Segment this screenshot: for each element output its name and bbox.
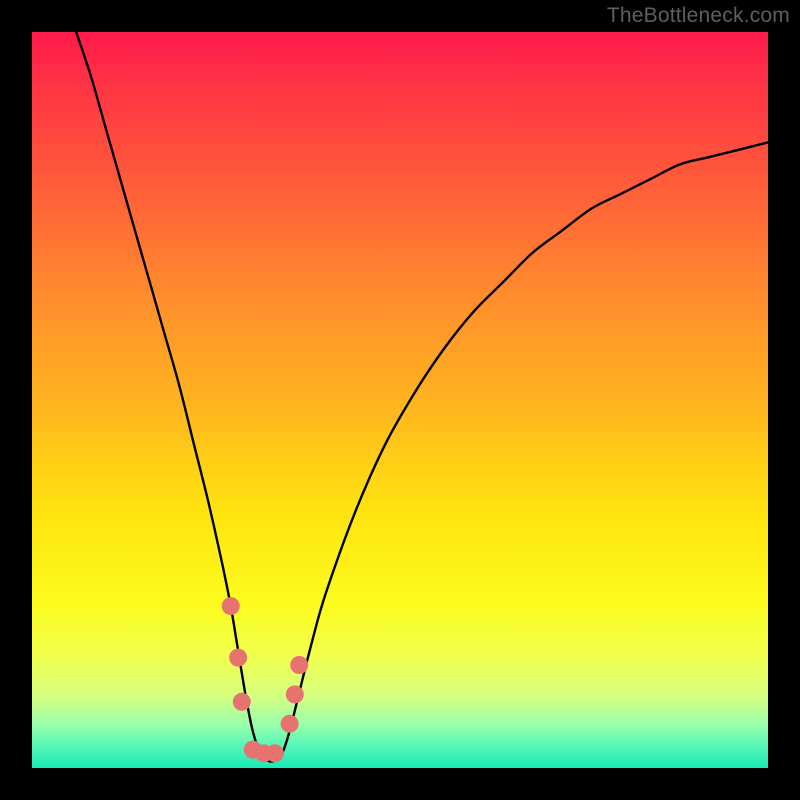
chart-svg [32,32,768,768]
data-marker [266,744,284,762]
data-marker [222,597,240,615]
data-marker [229,649,247,667]
chart-frame: TheBottleneck.com [0,0,800,800]
data-marker [281,715,299,733]
watermark-text: TheBottleneck.com [607,4,790,28]
bottleneck-curve [76,32,768,762]
marker-layer [222,597,309,762]
data-marker [286,685,304,703]
curve-layer [76,32,768,762]
data-marker [233,693,251,711]
plot-area [32,32,768,768]
data-marker [290,656,308,674]
